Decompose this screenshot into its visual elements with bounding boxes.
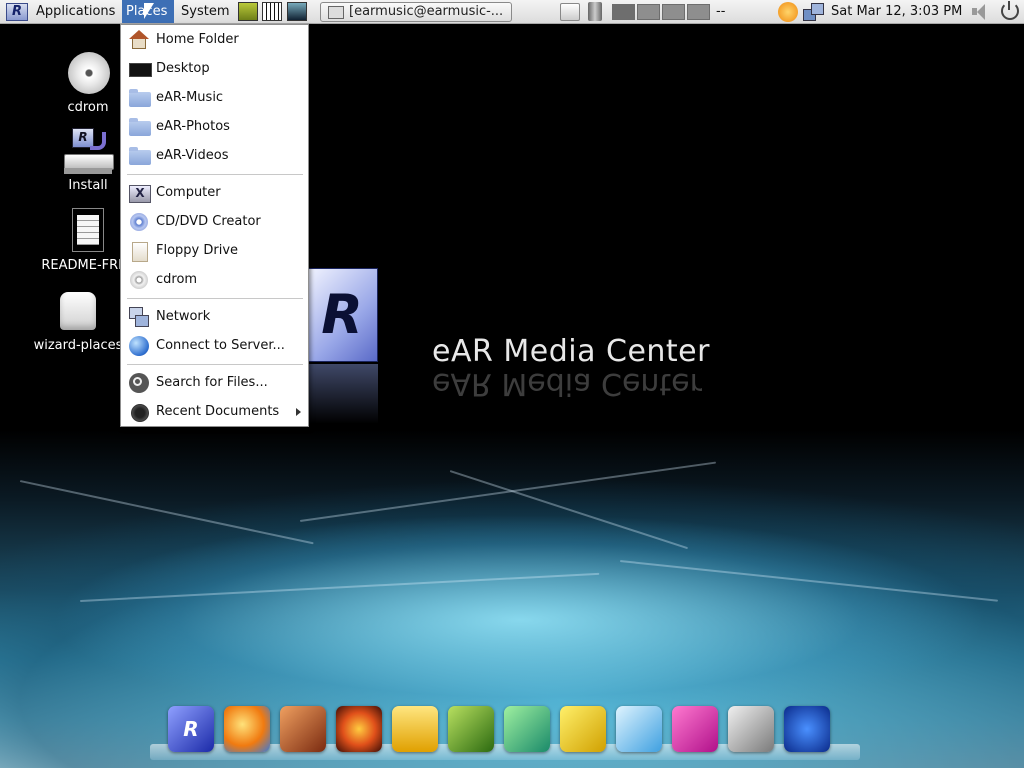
- dock-settings-icon[interactable]: [728, 706, 774, 752]
- dock-messenger-icon[interactable]: [504, 706, 550, 752]
- menu-item-network[interactable]: Network: [122, 302, 307, 331]
- connect-server-icon: [129, 336, 149, 356]
- folder-icon: [129, 117, 151, 137]
- menu-item-ear-photos[interactable]: eAR-Photos: [122, 112, 307, 141]
- brand-title: eAR Media Center: [432, 334, 710, 369]
- main-menu-logo-icon[interactable]: R: [6, 3, 28, 21]
- search-icon: [129, 373, 149, 393]
- update-notifier-icon[interactable]: [778, 2, 798, 22]
- trash-icon[interactable]: [588, 2, 602, 21]
- brand-title-reflection: eAR Media Center: [432, 366, 702, 401]
- recent-documents-icon: [129, 402, 149, 422]
- workspace-1[interactable]: [612, 4, 635, 20]
- menu-item-home-folder[interactable]: Home Folder: [122, 25, 307, 54]
- background-streak: [19, 480, 314, 545]
- places-menu: Home Folder Desktop eAR-Music eAR-Photos…: [120, 24, 309, 427]
- dock-media-player-icon[interactable]: [336, 706, 382, 752]
- dock-coffee-icon[interactable]: [392, 706, 438, 752]
- launcher-equalizer-icon[interactable]: [238, 2, 258, 21]
- cd-dvd-creator-icon: [129, 212, 149, 232]
- ear-logo: R: [306, 268, 378, 362]
- clock[interactable]: Sat Mar 12, 3:03 PM: [827, 0, 966, 23]
- menu-item-cdrom[interactable]: cdrom: [122, 265, 307, 294]
- dock-guitar-icon[interactable]: [280, 706, 326, 752]
- floppy-icon: [129, 241, 149, 262]
- ear-logo-reflection: [306, 364, 378, 424]
- dock-web-editor-icon[interactable]: [616, 706, 662, 752]
- menu-separator: [127, 298, 303, 299]
- workspace-label: --: [716, 4, 726, 19]
- launcher-monitor-icon[interactable]: [287, 2, 307, 21]
- document-icon: [64, 208, 112, 256]
- dock-browser-icon[interactable]: [224, 706, 270, 752]
- home-icon: [129, 30, 149, 50]
- menu-item-recent-documents[interactable]: Recent Documents: [122, 397, 307, 426]
- dock-office-icon[interactable]: [560, 706, 606, 752]
- menu-item-connect-to-server[interactable]: Connect to Server...: [122, 331, 307, 360]
- menu-item-ear-videos[interactable]: eAR-Videos: [122, 141, 307, 170]
- workspace-3[interactable]: [662, 4, 685, 20]
- workspace-2[interactable]: [637, 4, 660, 20]
- background-streak: [299, 461, 717, 522]
- terminal-window-icon: [328, 6, 344, 19]
- workspace-4[interactable]: [687, 4, 710, 20]
- computer-icon: X: [129, 183, 151, 203]
- dock-power-icon[interactable]: [784, 706, 830, 752]
- menu-item-ear-music[interactable]: eAR-Music: [122, 83, 307, 112]
- menu-item-floppy-drive[interactable]: Floppy Drive: [122, 236, 307, 265]
- taskbar-window-terminal[interactable]: [earmusic@earmusic-...: [320, 2, 512, 22]
- menu-item-desktop[interactable]: Desktop: [122, 54, 307, 83]
- power-icon[interactable]: [1001, 1, 1019, 20]
- menu-item-cd-dvd-creator[interactable]: CD/DVD Creator: [122, 207, 307, 236]
- install-icon: R: [64, 128, 114, 176]
- menu-separator: [127, 364, 303, 365]
- dock-ear-logo-icon[interactable]: R: [168, 706, 214, 752]
- menu-separator: [127, 174, 303, 175]
- launcher-piano-icon[interactable]: [262, 2, 282, 21]
- cdrom-icon: [129, 270, 149, 290]
- volume-icon[interactable]: [972, 4, 992, 20]
- network-icon: [129, 307, 149, 327]
- folder-icon: [129, 146, 151, 166]
- cdrom-icon: [64, 50, 112, 98]
- menu-applications[interactable]: Applications: [32, 0, 119, 23]
- dock-photo-editor-icon[interactable]: [448, 706, 494, 752]
- folder-icon: [129, 88, 151, 108]
- mouse-pointer: [144, 3, 154, 19]
- background-streak: [79, 572, 600, 602]
- dock-itunes-icon[interactable]: [672, 706, 718, 752]
- wizard-icon: [54, 288, 102, 336]
- menu-item-computer[interactable]: X Computer: [122, 178, 307, 207]
- menu-item-search-for-files[interactable]: Search for Files...: [122, 368, 307, 397]
- background-streak: [619, 560, 999, 602]
- menu-system[interactable]: System: [177, 0, 233, 23]
- network-status-icon[interactable]: [803, 3, 824, 21]
- desktop-icon-wizard-places[interactable]: wizard-places: [28, 288, 128, 353]
- submenu-arrow-icon: [296, 408, 301, 416]
- desktop-icon: [129, 59, 152, 79]
- show-desktop-icon[interactable]: [560, 3, 580, 21]
